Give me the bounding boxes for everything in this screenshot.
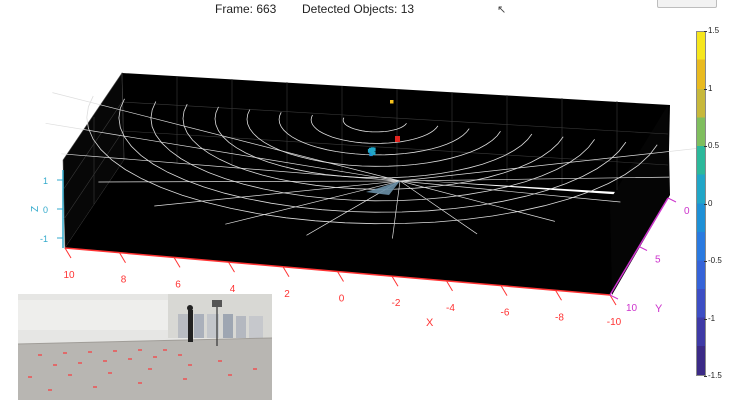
x-tick-label: 6 bbox=[175, 279, 181, 290]
colorbar-tick-label: 0 bbox=[708, 198, 713, 208]
colorbar-tick-label: -1.5 bbox=[708, 371, 722, 380]
y-tick-label: 10 bbox=[626, 303, 638, 314]
z-axis-label: Z bbox=[30, 206, 41, 212]
person-silhouette bbox=[188, 310, 193, 342]
point-marker bbox=[371, 151, 375, 155]
colorbar-tick-mark bbox=[704, 31, 707, 32]
camera-feed-inset bbox=[18, 294, 272, 400]
x-tick-label: 0 bbox=[339, 294, 345, 305]
x-tick-mark bbox=[555, 290, 562, 301]
point-marker bbox=[372, 147, 376, 152]
point-marker bbox=[395, 136, 400, 142]
colorbar-tick-label: 0.5 bbox=[708, 141, 720, 150]
colorbar-tick-mark bbox=[704, 376, 707, 377]
x-tick-label: -6 bbox=[501, 308, 510, 319]
colorbar-tick-mark bbox=[704, 318, 707, 320]
y-tick-label: 0 bbox=[684, 206, 690, 217]
colorbar-tick-label: -0.5 bbox=[708, 256, 722, 265]
colorbar-tick-label: 1.5 bbox=[708, 26, 720, 35]
y-tick-mark bbox=[638, 246, 648, 251]
point-marker bbox=[367, 148, 372, 153]
colorbar-tick-label: 1 bbox=[708, 83, 713, 93]
x-tick-label: -4 bbox=[446, 303, 455, 314]
z-axis-ticks: 1 0 -1 bbox=[40, 176, 63, 244]
x-tick-mark bbox=[500, 285, 508, 296]
x-tick-mark bbox=[282, 266, 290, 278]
colorbar-tick-mark bbox=[704, 88, 707, 90]
x-tick-mark bbox=[228, 261, 235, 273]
x-tick-mark bbox=[119, 252, 126, 263]
x-axis-label: X bbox=[426, 317, 434, 329]
z-tick-label: 1 bbox=[43, 176, 48, 186]
x-tick-mark bbox=[173, 257, 181, 268]
y-tick-label: 5 bbox=[655, 255, 661, 266]
x-tick-label: -10 bbox=[607, 317, 622, 328]
radar-sensor-icon bbox=[212, 300, 222, 307]
y-axis-label: Y bbox=[655, 303, 663, 315]
x-tick-mark bbox=[64, 247, 72, 259]
colorbar-tick-mark bbox=[704, 261, 707, 262]
colorbar-tick-mark bbox=[704, 203, 707, 205]
x-tick-label: -2 bbox=[392, 298, 401, 309]
point-marker bbox=[390, 100, 394, 104]
x-tick-label: -8 bbox=[555, 312, 564, 323]
x-tick-mark bbox=[337, 271, 344, 282]
z-tick-label: -1 bbox=[40, 234, 48, 244]
x-tick-label: 10 bbox=[63, 270, 75, 281]
colorbar-tick-label: -1 bbox=[708, 313, 716, 323]
y-tick-mark bbox=[667, 197, 677, 203]
x-tick-label: 2 bbox=[284, 289, 290, 300]
x-tick-mark bbox=[446, 280, 453, 292]
colorbar-tick-mark bbox=[704, 146, 707, 147]
z-tick-label: 0 bbox=[43, 205, 48, 215]
x-tick-label: 8 bbox=[121, 275, 127, 286]
x-tick-mark bbox=[391, 275, 399, 287]
